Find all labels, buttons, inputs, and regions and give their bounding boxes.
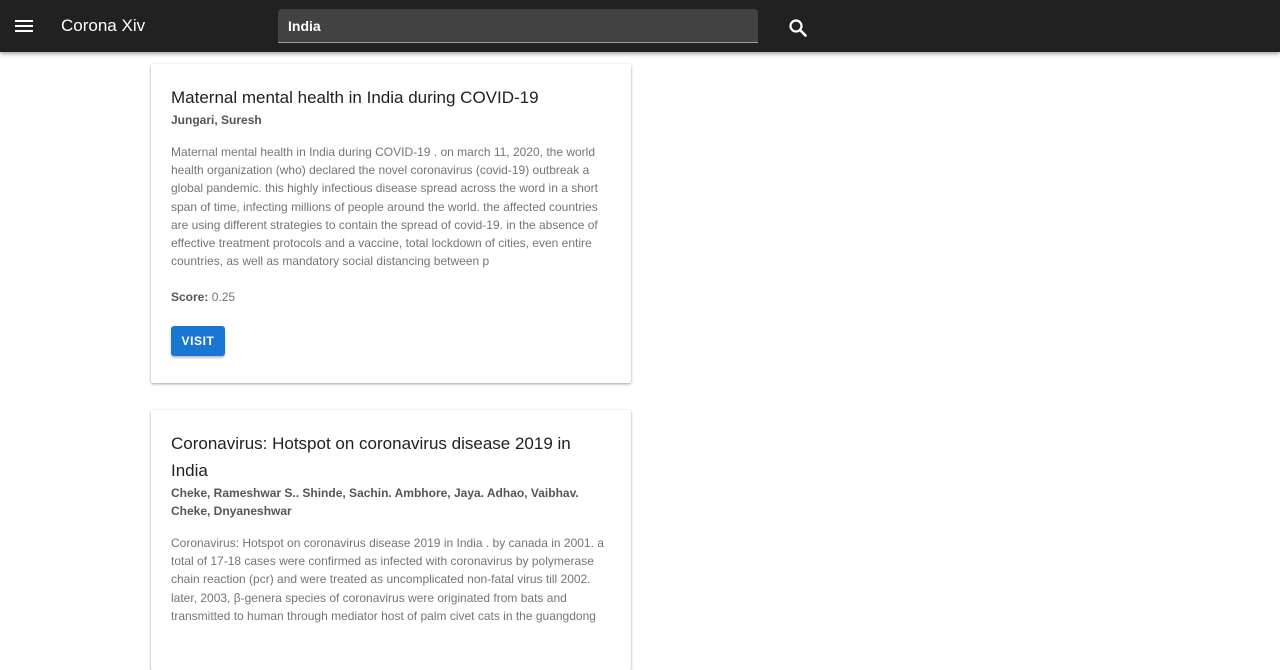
result-card: Maternal mental health in India during C…: [151, 64, 631, 383]
result-authors: Jungari, Suresh: [171, 113, 262, 127]
search-box[interactable]: [278, 9, 758, 43]
visit-button[interactable]: VISIT: [171, 326, 225, 357]
app-bar: Corona Xiv: [0, 0, 1280, 52]
result-title: Maternal mental health in India during C…: [171, 88, 539, 107]
score-value: 0.25: [211, 290, 236, 305]
menu-icon[interactable]: [12, 14, 36, 38]
result-title: Coronavirus: Hotspot on coronavirus dise…: [171, 434, 571, 480]
result-score: Score: 0.25: [171, 288, 611, 306]
result-authors: Cheke, Rameshwar S.. Shinde, Sachin. Amb…: [171, 486, 579, 518]
result-abstract: Coronavirus: Hotspot on coronavirus dise…: [171, 536, 604, 623]
score-label: Score:: [171, 290, 209, 305]
result-abstract: Maternal mental health in India during C…: [171, 145, 598, 269]
search-input[interactable]: [288, 9, 748, 42]
search-icon[interactable]: [786, 16, 810, 40]
result-card: Coronavirus: Hotspot on coronavirus dise…: [151, 410, 631, 670]
app-title[interactable]: Corona Xiv: [61, 15, 145, 37]
